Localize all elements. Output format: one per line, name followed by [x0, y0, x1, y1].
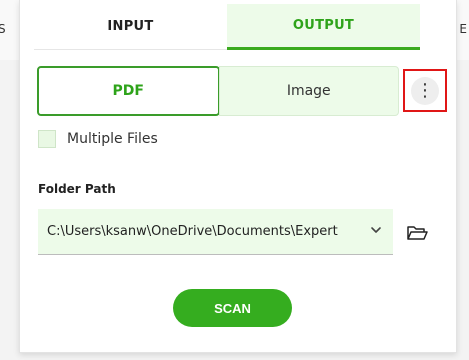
- multiple-files-row: Multiple Files: [38, 130, 158, 148]
- multiple-files-label[interactable]: Multiple Files: [67, 131, 158, 147]
- folder-path-label: Folder Path: [38, 182, 116, 196]
- folder-open-icon: [407, 226, 428, 240]
- format-image-button[interactable]: Image: [218, 66, 399, 116]
- folder-path-value: C:\Users\ksanw\OneDrive\Documents\Expert: [47, 224, 338, 239]
- tab-input[interactable]: INPUT: [34, 4, 227, 50]
- multiple-files-checkbox[interactable]: [38, 130, 56, 148]
- format-pdf-button[interactable]: PDF: [37, 66, 220, 116]
- folder-path-dropdown[interactable]: C:\Users\ksanw\OneDrive\Documents\Expert: [38, 209, 393, 255]
- more-options-highlight: ⋮: [403, 69, 447, 112]
- background-text-fragment: S: [0, 22, 6, 36]
- tab-bar: INPUT OUTPUT: [34, 4, 420, 50]
- background-text-fragment: E: [459, 22, 467, 36]
- scan-button[interactable]: SCAN: [173, 289, 292, 327]
- chevron-down-icon: [371, 227, 381, 233]
- tab-output[interactable]: OUTPUT: [227, 4, 420, 50]
- more-vertical-icon: ⋮: [416, 79, 434, 101]
- browse-folder-button[interactable]: [404, 220, 430, 246]
- output-settings-panel: INPUT OUTPUT PDF Image ⋮ Multiple Files …: [19, 0, 457, 353]
- more-options-button[interactable]: ⋮: [411, 76, 439, 105]
- format-toggle-group: PDF Image: [37, 66, 399, 116]
